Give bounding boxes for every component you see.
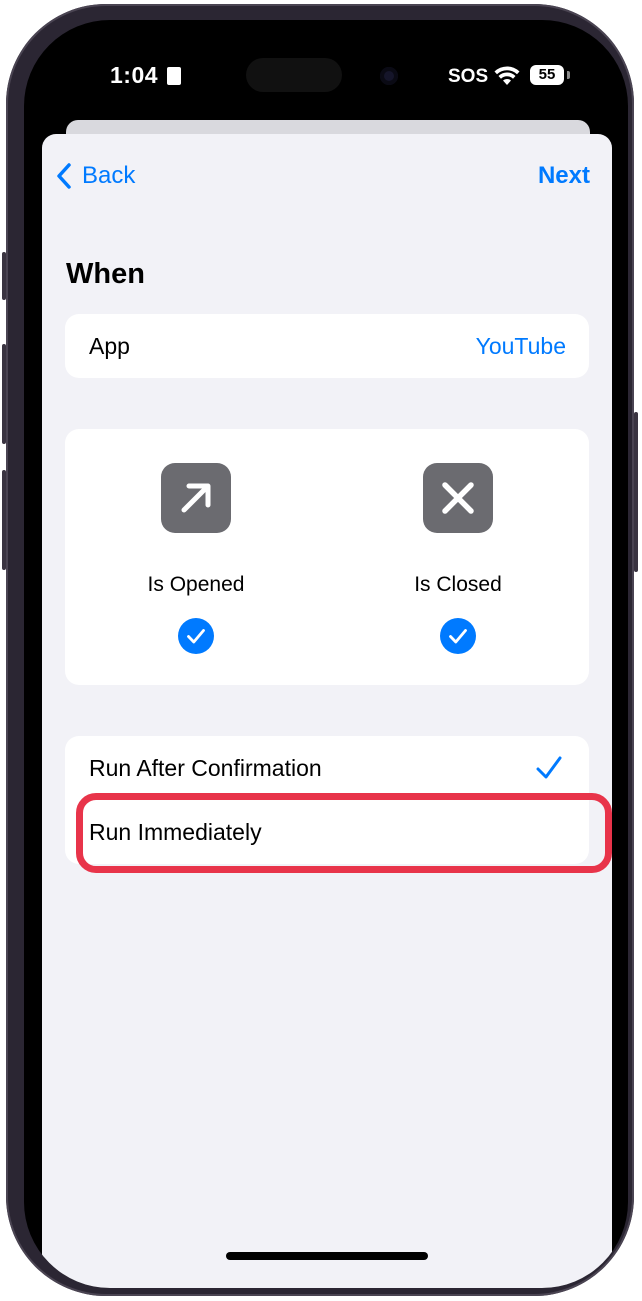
wifi-icon [494,66,520,85]
status-bar: 1:04 SOS 55 [24,20,628,130]
trigger-is-closed[interactable]: Is Closed [327,429,589,685]
app-value[interactable]: YouTube [476,314,566,378]
trigger-label: Is Closed [414,573,502,596]
app-label: App [89,333,130,359]
triggers-card: Is Opened Is Closed [65,429,589,685]
checkmark-circle-icon [440,618,476,654]
section-title: When [66,258,145,290]
run-options-card: Run After Confirmation Run Immediately [65,736,589,864]
trigger-is-opened[interactable]: Is Opened [65,429,327,685]
battery-nub [567,71,570,79]
back-label: Back [82,162,136,189]
trigger-label: Is Opened [147,573,245,596]
trigger-icon-tile [161,463,231,533]
option-label: Run Immediately [89,819,262,845]
action-button [2,252,6,300]
option-label: Run After Confirmation [89,755,322,781]
app-row[interactable]: App YouTube [65,314,589,378]
status-time: 1:04 [110,62,159,88]
next-button[interactable]: Next [538,158,590,194]
volume-up-button [2,344,6,444]
camera-icon [380,67,398,85]
back-button[interactable]: Back [56,158,135,194]
phone-frame: 1:04 SOS 55 Back Next When App YouTube I… [2,4,638,1296]
battery-level: 55 [538,66,556,83]
x-mark-icon [442,482,474,514]
option-run-after-confirmation[interactable]: Run After Confirmation [65,736,589,800]
arrow-up-right-icon [181,483,211,513]
chevron-left-icon [57,163,71,189]
checkmark-icon [536,756,562,779]
home-indicator[interactable] [226,1252,428,1260]
person-card-icon [167,67,181,85]
dynamic-island [246,58,342,92]
status-sos: SOS [448,66,489,87]
automation-sheet: Back Next When App YouTube Is Opened Is … [42,134,612,1288]
battery-icon: 55 [530,65,564,85]
power-button [634,412,638,572]
trigger-icon-tile [423,463,493,533]
checkmark-circle-icon [178,618,214,654]
volume-down-button [2,470,6,570]
option-run-immediately[interactable]: Run Immediately [65,800,589,864]
screen: 1:04 SOS 55 Back Next When App YouTube I… [24,20,628,1288]
